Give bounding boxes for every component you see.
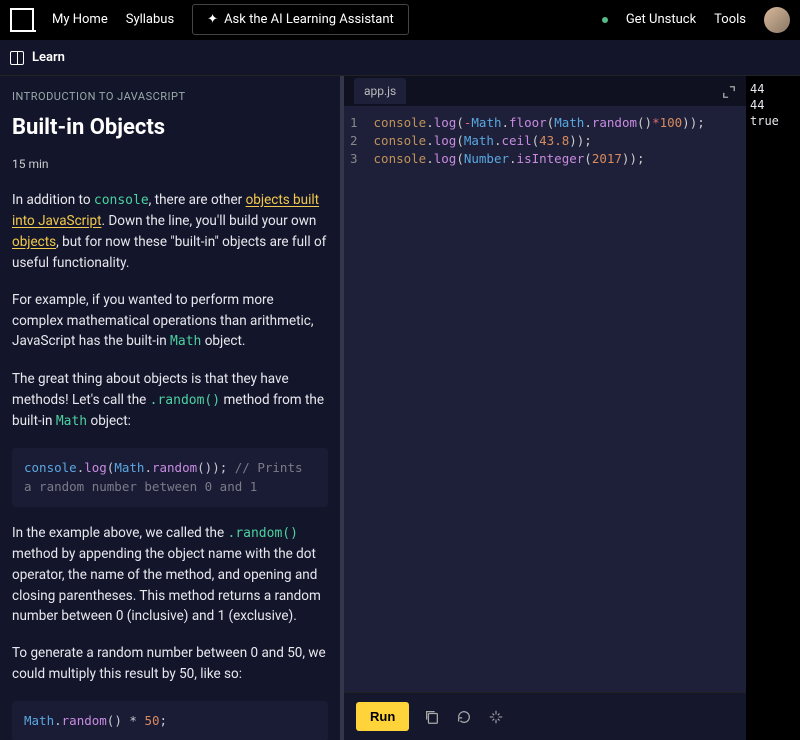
code-example: Math.random() * 50; xyxy=(12,701,328,740)
nav-syllabus[interactable]: Syllabus xyxy=(126,12,174,27)
ai-assistant-label: Ask the AI Learning Assistant xyxy=(224,12,394,27)
expand-icon[interactable] xyxy=(722,84,736,98)
file-tab[interactable]: app.js xyxy=(354,78,406,104)
paragraph: The great thing about objects is that th… xyxy=(12,369,328,432)
duration: 15 min xyxy=(12,155,328,174)
editor-panel: app.js 1 2 3 console.log(-Math.floor(Mat… xyxy=(340,76,746,740)
paragraph: In addition to console, there are other … xyxy=(12,190,328,274)
output-line: 44 xyxy=(750,98,796,114)
editor-tab-bar: app.js xyxy=(344,76,746,106)
avatar[interactable] xyxy=(764,7,790,33)
output-line: true xyxy=(750,114,796,130)
run-button[interactable]: Run xyxy=(356,702,409,731)
course-eyebrow: INTRODUCTION TO JAVASCRIPT xyxy=(12,88,328,105)
paragraph: To generate a random number between 0 an… xyxy=(12,643,328,685)
status-dot-icon xyxy=(602,17,608,23)
code-example: console.log(Math.random()); // Prints a … xyxy=(12,448,328,507)
code-editor[interactable]: 1 2 3 console.log(-Math.floor(Math.rando… xyxy=(344,106,746,692)
output-panel: 44 44 true xyxy=(746,76,800,740)
nav-tools[interactable]: Tools xyxy=(714,12,746,27)
nav-my-home[interactable]: My Home xyxy=(52,12,108,27)
nav-get-unstuck[interactable]: Get Unstuck xyxy=(626,12,696,27)
paragraph: In the example above, we called the .ran… xyxy=(12,523,328,628)
lesson-panel: INTRODUCTION TO JAVASCRIPT Built-in Obje… xyxy=(0,76,340,740)
codecademy-logo[interactable] xyxy=(10,8,34,32)
line-gutter: 1 2 3 xyxy=(344,106,364,692)
learn-label: Learn xyxy=(32,50,65,65)
editor-toolbar: Run xyxy=(344,692,746,740)
code-area[interactable]: console.log(-Math.floor(Math.random()*10… xyxy=(364,106,715,692)
ai-assistant-button[interactable]: ✦ Ask the AI Learning Assistant xyxy=(192,4,409,35)
book-icon xyxy=(10,51,24,65)
link-objects[interactable]: objects xyxy=(12,234,56,250)
paragraph: For example, if you wanted to perform mo… xyxy=(12,290,328,353)
refresh-icon[interactable] xyxy=(455,708,473,726)
sparkle-icon: ✦ xyxy=(207,12,218,27)
page-title: Built-in Objects xyxy=(12,111,328,145)
sparkle-icon[interactable] xyxy=(487,708,505,726)
copy-icon[interactable] xyxy=(423,708,441,726)
output-line: 44 xyxy=(750,82,796,98)
subheader: Learn xyxy=(0,40,800,76)
top-header: My Home Syllabus ✦ Ask the AI Learning A… xyxy=(0,0,800,40)
